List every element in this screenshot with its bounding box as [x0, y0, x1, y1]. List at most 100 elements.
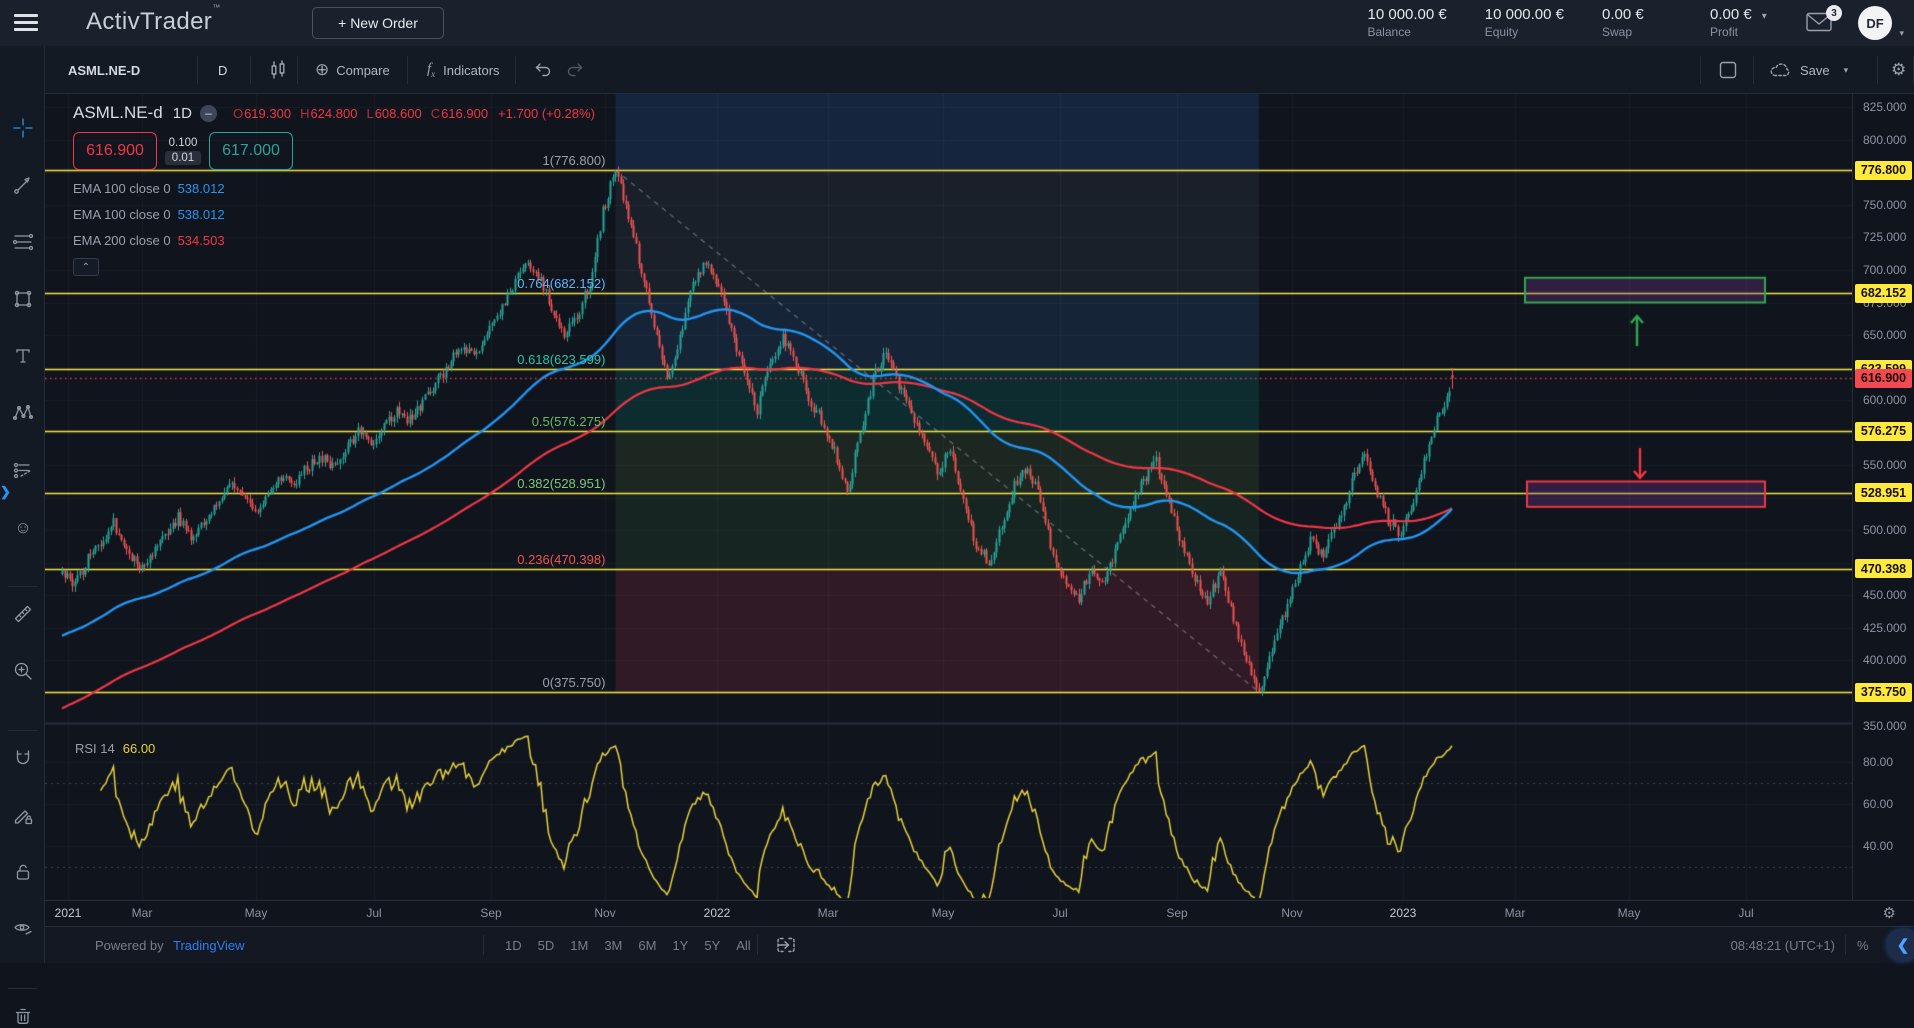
drawing-lock-tool-icon[interactable]: [11, 803, 35, 827]
price-tick: 400.000: [1863, 653, 1906, 667]
indicator-value: 538.012: [178, 181, 225, 196]
drawing-toolbar: ☺: [0, 46, 45, 963]
time-label: Nov: [1281, 906, 1302, 920]
indicator-label: EMA 200 close 0: [73, 233, 171, 248]
toolbar-divider: [8, 988, 37, 989]
undo-icon: [533, 60, 553, 80]
axis-gear-icon[interactable]: ⚙: [1883, 904, 1896, 922]
range-5d-button[interactable]: 5D: [530, 938, 563, 953]
trend-line-tool-icon[interactable]: [11, 173, 35, 197]
fib-level-label: 0.236(470.398): [405, 552, 605, 567]
fib-lines-tool-icon[interactable]: [11, 230, 35, 254]
stat-value: 0.00 €: [1602, 6, 1672, 23]
fib-level-label: 0.618(623.599): [405, 352, 605, 367]
chart-settings-button[interactable]: ⚙: [1891, 46, 1906, 94]
price-tick: 800.000: [1863, 133, 1906, 147]
time-label: Mar: [1505, 906, 1526, 920]
symbol-title[interactable]: ASML.NE-d: [73, 103, 163, 123]
goto-date-icon: [775, 935, 797, 955]
price-tick: 500.000: [1863, 523, 1906, 537]
time-label: May: [1618, 906, 1641, 920]
save-button[interactable]: Save ▾: [1769, 46, 1848, 94]
ruler-tool-icon[interactable]: [11, 602, 35, 626]
fib-level-label: 0.5(576.275): [405, 414, 605, 429]
price-tick: 725.000: [1863, 230, 1906, 244]
stat-value: 0.00 €▾: [1710, 6, 1780, 23]
avatar[interactable]: DF: [1858, 6, 1892, 40]
gear-icon: ⚙: [1891, 60, 1906, 80]
time-label: Sep: [1166, 906, 1187, 920]
account-stat: 0.00 €▾Profit: [1710, 6, 1780, 39]
range-5y-button[interactable]: 5Y: [696, 938, 728, 953]
trash-tool-icon[interactable]: [11, 1004, 35, 1028]
new-order-button[interactable]: + New Order: [312, 7, 444, 39]
lock-all-tool-icon[interactable]: [11, 860, 35, 884]
range-1y-button[interactable]: 1Y: [664, 938, 696, 953]
indicator-row[interactable]: EMA 100 close 0 538.012: [73, 181, 595, 196]
price-tick: 650.000: [1863, 328, 1906, 342]
symbol-button[interactable]: ASML.NE-D: [68, 46, 140, 94]
range-3m-button[interactable]: 3M: [596, 938, 630, 953]
indicators-button[interactable]: fx Indicators: [427, 46, 500, 94]
zoom-in-tool-icon[interactable]: [11, 659, 35, 683]
stat-label: Swap: [1602, 25, 1672, 39]
redo-button[interactable]: [565, 46, 585, 94]
app-logo: ActivTrader™: [86, 8, 221, 36]
stat-value: 10 000.00 €: [1368, 6, 1447, 23]
collapse-panel-button[interactable]: ❮: [1886, 928, 1914, 962]
time-label: Mar: [818, 906, 839, 920]
tradingview-link[interactable]: TradingView: [173, 927, 245, 963]
range-1m-button[interactable]: 1M: [562, 938, 596, 953]
powered-by-label: Powered by: [95, 927, 164, 963]
indicator-row[interactable]: EMA 200 close 0534.503: [73, 233, 595, 248]
time-axis[interactable]: ⚙ 2021MarMayJulSepNov2022MarMayJulSepNov…: [45, 900, 1914, 926]
range-all-button[interactable]: All: [728, 938, 758, 953]
price-level-label: 682.152: [1855, 284, 1912, 303]
rsi-label: RSI 14: [75, 741, 115, 756]
magnet-tool-icon[interactable]: [11, 746, 35, 770]
hide-drawings-tool-icon[interactable]: [11, 917, 35, 941]
xabcd-pattern-tool-icon[interactable]: [11, 401, 35, 425]
time-label: Jul: [366, 906, 381, 920]
crosshair-tool-icon[interactable]: [11, 116, 35, 140]
change-value: +1.700 (+0.28%): [498, 106, 595, 121]
forecast-tool-icon[interactable]: [11, 458, 35, 482]
profit-caret-icon[interactable]: ▾: [1762, 11, 1767, 22]
indicator-value: 538.012: [178, 207, 225, 222]
indicator-label: EMA 100 close 0: [73, 181, 171, 196]
text-tool-icon[interactable]: [11, 344, 35, 368]
percent-scale-button[interactable]: %: [1857, 927, 1869, 963]
price-tick: 825.000: [1863, 100, 1906, 114]
spread-pips: 0.01: [165, 151, 201, 165]
range-1d-button[interactable]: 1D: [497, 938, 530, 953]
legend-collapse-icon[interactable]: –: [200, 105, 217, 122]
goto-date-button[interactable]: [775, 927, 797, 963]
undo-button[interactable]: [533, 46, 553, 94]
layout-button[interactable]: [1717, 46, 1739, 94]
indicator-legend-rows: EMA 100 close 0538.012EMA 100 close 0538…: [73, 181, 595, 248]
panel-expand-chevron[interactable]: ❯: [0, 484, 11, 500]
hamburger-menu-icon[interactable]: [14, 14, 38, 32]
chart-style-button[interactable]: [267, 46, 289, 94]
price-tick: 450.000: [1863, 588, 1906, 602]
rsi-legend: RSI 14 66.00: [75, 741, 155, 756]
buy-ask-button[interactable]: 617.000: [209, 132, 293, 170]
legend-collapse-button[interactable]: ⌃: [73, 258, 99, 276]
compare-button[interactable]: ⊕ Compare: [315, 46, 390, 94]
layout-square-icon: [1717, 59, 1739, 81]
time-label: Mar: [132, 906, 153, 920]
price-level-label: 616.900: [1855, 369, 1912, 388]
emoji-tool-icon[interactable]: ☺: [11, 515, 35, 539]
ohlc-item: L608.600: [366, 106, 421, 121]
avatar-caret-icon[interactable]: ▾: [1899, 28, 1904, 39]
sell-bid-button[interactable]: 616.900: [73, 132, 157, 170]
time-label: May: [932, 906, 955, 920]
toolbar-divider: [8, 730, 37, 731]
price-axis[interactable]: 825.000800.000750.000725.000700.000675.0…: [1852, 94, 1914, 900]
interval-button[interactable]: D: [218, 46, 227, 94]
price-level-label: 776.800: [1855, 161, 1912, 180]
indicator-row[interactable]: EMA 100 close 0538.012: [73, 207, 595, 222]
range-6m-button[interactable]: 6M: [630, 938, 664, 953]
shapes-tool-icon[interactable]: [11, 287, 35, 311]
time-label: 2023: [1390, 906, 1417, 920]
